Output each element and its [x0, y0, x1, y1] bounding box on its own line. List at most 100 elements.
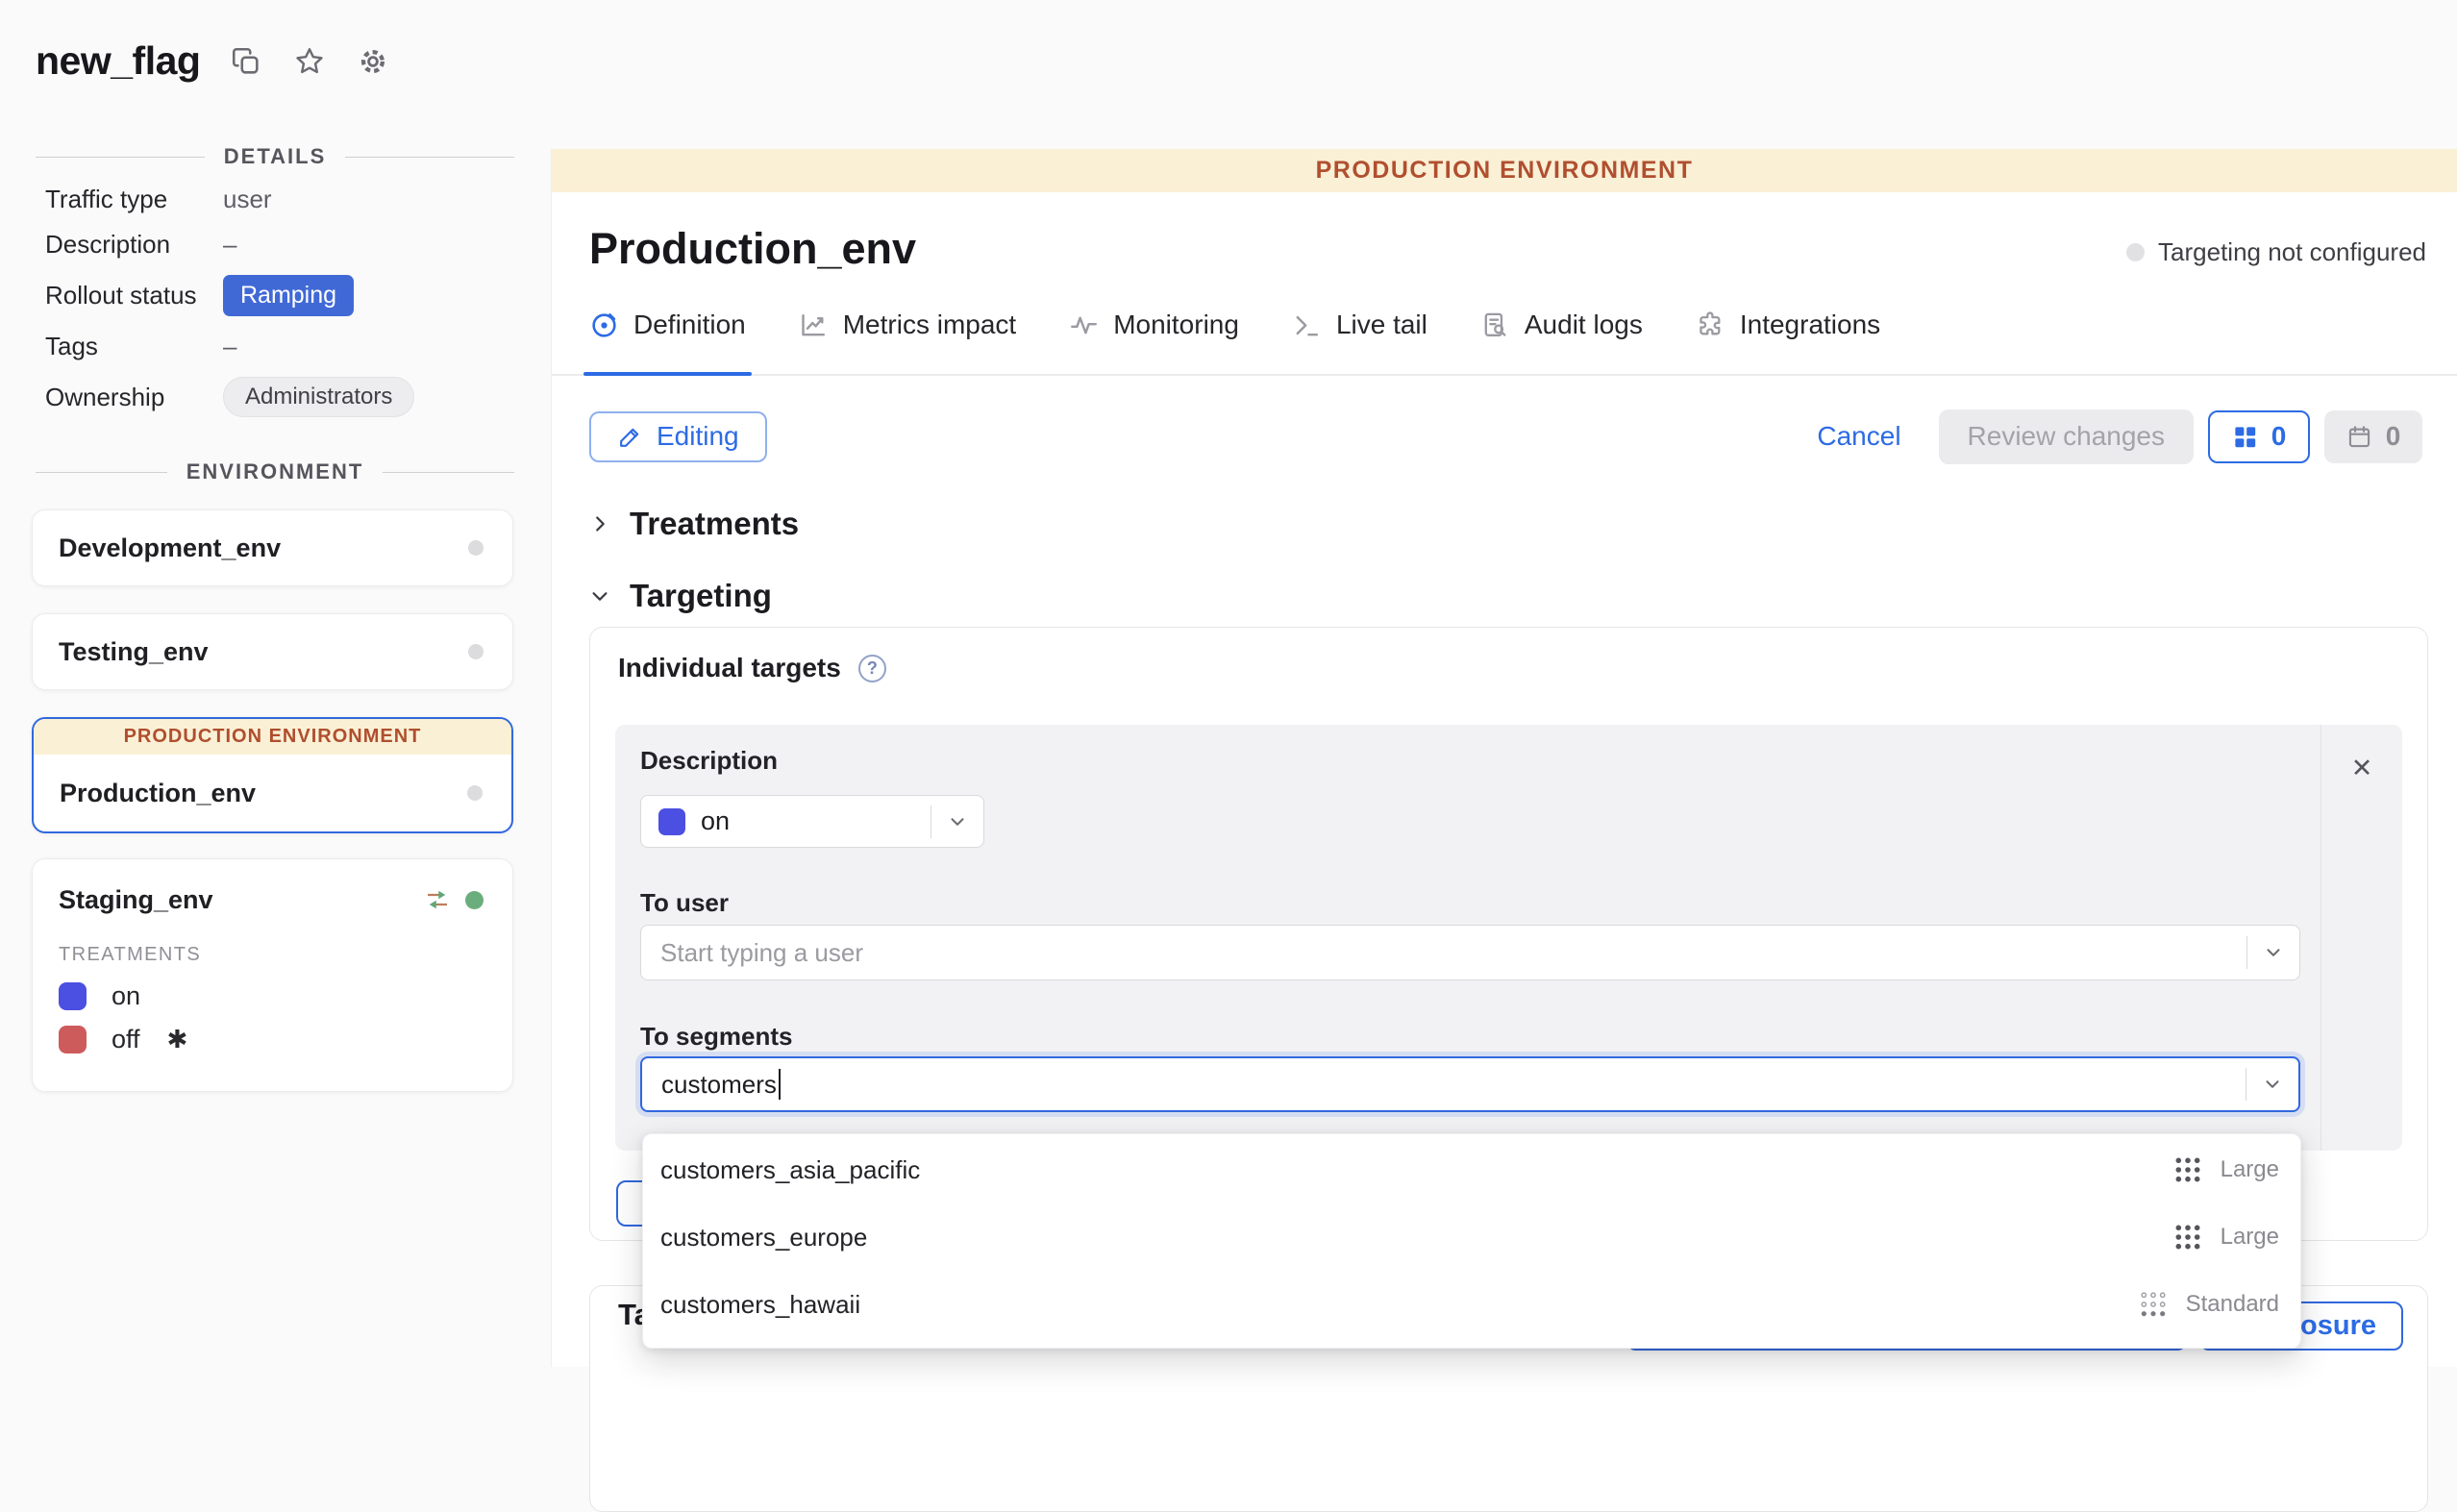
details-divider: DETAILS	[36, 144, 514, 169]
main-panel: PRODUCTION ENVIRONMENT Production_env Ta…	[551, 149, 2457, 1367]
chevron-down-icon[interactable]	[2263, 942, 2284, 963]
env-name: Testing_env	[59, 637, 209, 667]
toolbar-right: Cancel Review changes 0 0	[1817, 409, 2422, 464]
treatment-select[interactable]: on	[640, 795, 984, 848]
detail-label: Rollout status	[45, 281, 223, 310]
individual-target-card: Description on To user	[615, 725, 2402, 1151]
tab-label: Integrations	[1740, 310, 1880, 340]
chevron-down-icon[interactable]	[2262, 1074, 2283, 1095]
detail-label: Traffic type	[45, 185, 223, 214]
segment-option[interactable]: customers_europe Large	[643, 1203, 2300, 1271]
env-card-development[interactable]: Development_env	[32, 509, 513, 586]
scheduled-changes-button[interactable]: 0	[2324, 410, 2422, 463]
production-env-banner: PRODUCTION ENVIRONMENT	[34, 719, 511, 755]
detail-label: Ownership	[45, 383, 223, 412]
detail-value: –	[223, 332, 507, 361]
treatment-name: on	[112, 981, 140, 1011]
cancel-button[interactable]: Cancel	[1817, 421, 1900, 452]
pencil-icon	[617, 424, 643, 450]
changes-count: 0	[2271, 421, 2287, 452]
individual-targets-title: Individual targets	[618, 653, 841, 683]
detail-label: Description	[45, 230, 223, 260]
segment-size: Large	[2221, 1156, 2279, 1183]
segment-option[interactable]: customers_hawaii Standard	[643, 1271, 2300, 1338]
tab-label: Metrics impact	[843, 310, 1016, 340]
default-treatment-icon: ✱	[167, 1025, 188, 1054]
segment-option[interactable]: customers_asia_pacific Large	[643, 1136, 2300, 1203]
close-icon[interactable]	[2351, 754, 2373, 783]
treatments-section-toggle[interactable]: Treatments	[589, 506, 799, 542]
individual-targets-header: Individual targets	[618, 653, 886, 683]
audit-logs-icon	[1480, 310, 1510, 340]
text-caret	[779, 1069, 781, 1100]
env-name: Production_env	[60, 779, 256, 808]
pending-changes-button[interactable]: 0	[2208, 410, 2310, 463]
flag-name: new_flag	[36, 38, 200, 84]
status-dot	[467, 785, 483, 801]
tab-audit-logs[interactable]: Audit logs	[1480, 295, 1643, 355]
schedules-count: 0	[2386, 421, 2401, 452]
tab-label: Monitoring	[1113, 310, 1239, 340]
divider-line	[36, 157, 205, 158]
targeting-status-note: Targeting not configured	[2126, 237, 2426, 267]
env-card-staging[interactable]: Staging_env TREATMENTS on	[32, 858, 513, 1092]
to-user-label: To user	[640, 888, 729, 918]
env-card-production[interactable]: PRODUCTION ENVIRONMENT Production_env	[32, 717, 513, 833]
treatments-heading: TREATMENTS	[59, 944, 486, 966]
divider-line	[383, 472, 514, 473]
to-segments-label: To segments	[640, 1022, 792, 1052]
tab-bar: Definition Metrics impact Monitoring Liv…	[552, 295, 2457, 376]
editing-label: Editing	[657, 421, 739, 452]
tab-label: Live tail	[1336, 310, 1427, 340]
tab-live-tail[interactable]: Live tail	[1292, 295, 1427, 355]
help-icon[interactable]	[858, 655, 886, 682]
large-segment-grid-icon	[2174, 1156, 2201, 1183]
detail-value: –	[223, 230, 507, 260]
segment-size: Large	[2221, 1224, 2279, 1251]
chevron-down-icon[interactable]	[947, 811, 968, 832]
segment-name: customers_asia_pacific	[660, 1155, 920, 1185]
status-dot-green	[465, 891, 484, 909]
toolbar: Editing Cancel Review changes 0 0	[589, 409, 2422, 464]
review-changes-button[interactable]: Review changes	[1939, 409, 2194, 464]
status-dot	[468, 644, 484, 659]
targeting-section-title: Targeting	[630, 578, 772, 614]
detail-label: Tags	[45, 332, 223, 361]
gear-icon[interactable]	[356, 44, 390, 79]
environment-heading: ENVIRONMENT	[186, 459, 364, 484]
treatment-row-off: off ✱	[59, 1025, 486, 1054]
env-card-testing[interactable]: Testing_env	[32, 613, 513, 690]
targeting-section-toggle[interactable]: Targeting	[589, 578, 772, 614]
treatment-row-on: on	[59, 981, 486, 1011]
to-user-input[interactable]	[660, 926, 2246, 979]
env-name: Development_env	[59, 533, 281, 563]
editing-button[interactable]: Editing	[589, 411, 767, 462]
status-dot-gray	[2126, 243, 2145, 261]
page-title: Production_env	[589, 224, 916, 274]
tab-label: Audit logs	[1525, 310, 1643, 340]
to-user-input-wrap	[640, 925, 2300, 980]
tab-monitoring[interactable]: Monitoring	[1069, 295, 1239, 355]
ownership-badge[interactable]: Administrators	[223, 377, 414, 417]
to-segments-input[interactable]: customers	[640, 1056, 2300, 1112]
description-label: Description	[640, 746, 778, 776]
segment-name: customers_europe	[660, 1223, 867, 1252]
treatment-swatch-on	[59, 982, 87, 1010]
changes-grid-icon	[2232, 424, 2258, 450]
divider-line	[345, 157, 514, 158]
details-heading: DETAILS	[224, 144, 326, 169]
star-icon[interactable]	[292, 44, 327, 79]
copy-icon[interactable]	[229, 44, 263, 79]
tab-integrations[interactable]: Integrations	[1696, 295, 1880, 355]
to-segments-typed-text: customers	[661, 1070, 777, 1100]
standard-segment-grid-icon	[2140, 1291, 2167, 1318]
metrics-impact-icon	[799, 310, 829, 340]
rollout-status-badge: Ramping	[223, 275, 354, 316]
chevron-right-icon	[589, 513, 610, 534]
segment-name: customers_hawaii	[660, 1290, 860, 1320]
tab-definition[interactable]: Definition	[589, 295, 746, 355]
definition-icon	[589, 310, 619, 340]
status-dot	[468, 540, 484, 556]
tab-metrics-impact[interactable]: Metrics impact	[799, 295, 1016, 355]
tab-label: Definition	[633, 310, 746, 340]
